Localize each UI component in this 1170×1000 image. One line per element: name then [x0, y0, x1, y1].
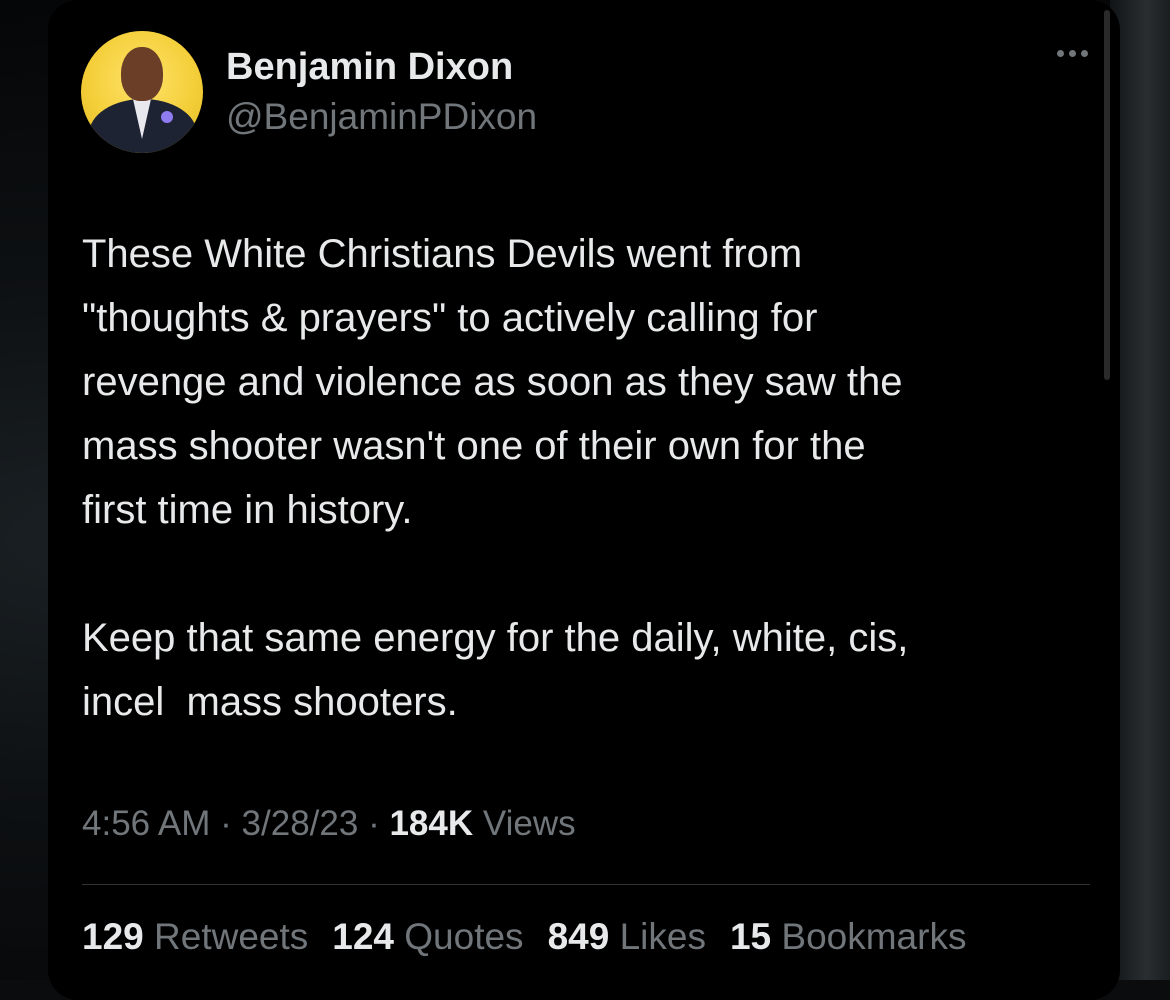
avatar-head: [121, 47, 163, 101]
dot: [1081, 50, 1088, 57]
views-count: 184K: [389, 804, 474, 843]
retweets-count: 129: [82, 916, 144, 957]
dot: [1069, 50, 1076, 57]
likes-label: Likes: [619, 916, 706, 957]
bookmarks-count: 15: [729, 916, 772, 957]
divider: [82, 884, 1090, 885]
scrollbar[interactable]: [1104, 10, 1110, 380]
likes-stat[interactable]: 849 Likes: [548, 916, 706, 958]
views-label: Views: [482, 804, 576, 843]
tweet-text: These White Christians Devils went from …: [82, 222, 1082, 734]
quotes-stat[interactable]: 124 Quotes: [332, 916, 523, 958]
avatar[interactable]: [81, 31, 203, 153]
likes-count: 849: [547, 916, 610, 957]
more-dots-icon[interactable]: [1057, 50, 1088, 57]
bookmarks-label: Bookmarks: [781, 916, 967, 957]
tweet-card: Benjamin Dixon @BenjaminPDixon These Whi…: [48, 0, 1120, 1000]
bookmarks-stat[interactable]: 15 Bookmarks: [730, 916, 967, 958]
retweets-label: Retweets: [154, 916, 309, 957]
tweet-date[interactable]: 3/28/23: [242, 804, 359, 843]
retweets-stat[interactable]: 129 Retweets: [82, 916, 308, 958]
meta-separator: ·: [220, 804, 232, 843]
quotes-count: 124: [332, 916, 394, 957]
avatar-lapel-flower: [161, 111, 173, 123]
tweet-paragraph: These White Christians Devils went from …: [82, 232, 903, 532]
tweet-stats: 129 Retweets 124 Quotes 849 Likes 15 Boo…: [82, 916, 966, 958]
tweet-paragraph: Keep that same energy for the daily, whi…: [82, 616, 909, 724]
tweet-time[interactable]: 4:56 AM: [82, 804, 210, 843]
tweet-meta: 4:56 AM · 3/28/23 · 184K Views: [82, 804, 576, 844]
author-name[interactable]: Benjamin Dixon: [226, 46, 513, 89]
quotes-label: Quotes: [404, 916, 524, 957]
dot: [1057, 50, 1064, 57]
meta-separator: ·: [368, 804, 380, 843]
author-handle[interactable]: @BenjaminPDixon: [226, 96, 537, 138]
